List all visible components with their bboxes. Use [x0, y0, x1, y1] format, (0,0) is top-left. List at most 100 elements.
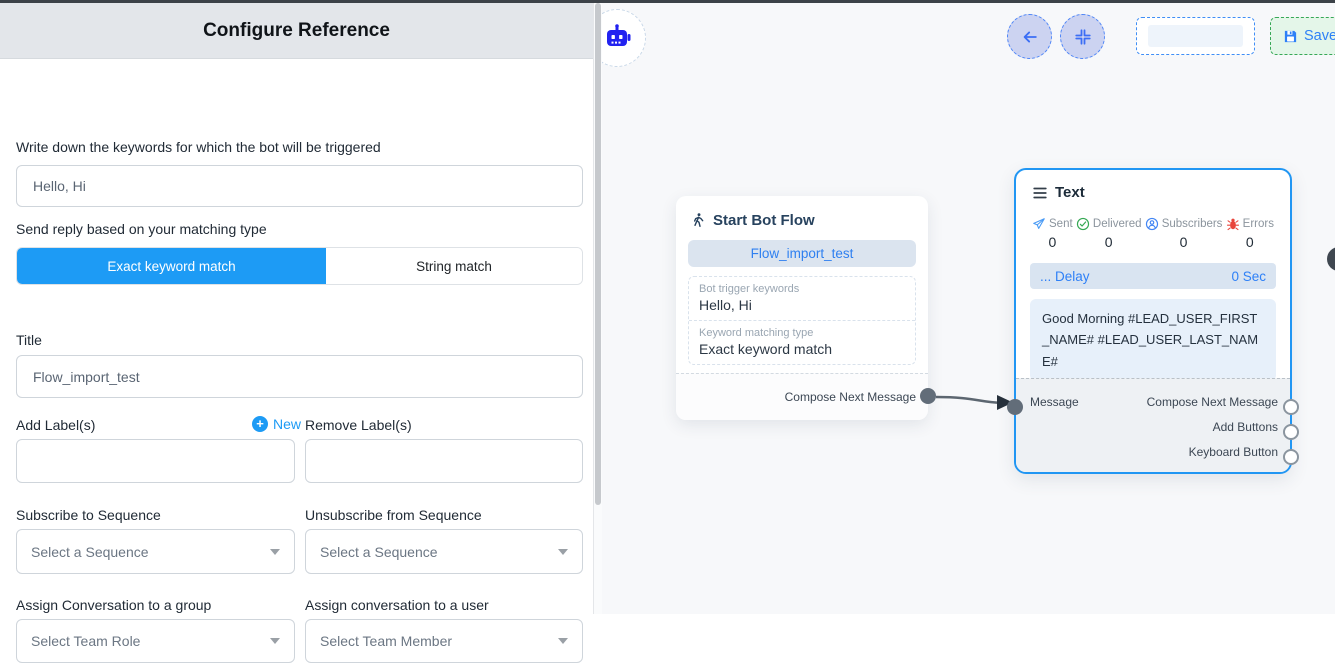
stat-subscribers-value: 0 — [1180, 234, 1188, 250]
stat-errors-value: 0 — [1246, 234, 1254, 250]
add-labels-label: Add Label(s) — [16, 417, 95, 433]
start-node-title: Start Bot Flow — [713, 212, 815, 229]
remove-labels-label: Remove Label(s) — [305, 417, 412, 433]
title-label: Title — [16, 332, 42, 348]
flow-canvas[interactable]: Save Start Bot Flow Flow_import_test Bot… — [602, 3, 1335, 614]
tab-exact-keyword-match[interactable]: Exact keyword match — [17, 248, 326, 284]
chevron-down-icon — [270, 549, 280, 555]
menu-icon[interactable] — [1032, 186, 1048, 200]
trigger-keywords-row[interactable]: Bot trigger keywords Hello, Hi — [689, 277, 915, 320]
arrow-left-icon — [1020, 27, 1040, 47]
stat-sent-value: 0 — [1048, 234, 1056, 250]
add-labels-input[interactable] — [16, 439, 295, 483]
start-node-config: Bot trigger keywords Hello, Hi Keyword m… — [688, 276, 916, 365]
matching-type-row[interactable]: Keyword matching type Exact keyword matc… — [689, 320, 915, 364]
toolbar-button-placeholder — [1148, 25, 1243, 47]
panel-header: Configure Reference — [0, 3, 593, 59]
out-port-keyboard-dot[interactable] — [1283, 449, 1299, 465]
assign-user-select[interactable]: Select Team Member — [305, 619, 583, 663]
delay-value: 0 Sec — [1231, 269, 1266, 284]
start-node-footer: Compose Next Message — [676, 373, 928, 420]
matching-type-row-label: Keyword matching type — [699, 327, 905, 339]
compress-icon — [1074, 28, 1092, 46]
subscribe-sequence-select[interactable]: Select a Sequence — [16, 529, 295, 574]
title-input[interactable] — [16, 355, 583, 398]
panel-scrollbar-track[interactable] — [594, 3, 602, 614]
chevron-down-icon — [270, 638, 280, 644]
text-node-footer: Message Compose Next Message Add Buttons… — [1016, 378, 1290, 472]
bot-avatar[interactable] — [602, 9, 646, 67]
text-in-port-dot[interactable] — [1007, 399, 1023, 415]
stat-subscribers: Subscribers 0 — [1145, 217, 1223, 250]
walking-person-icon — [690, 211, 706, 229]
stat-sent: Sent 0 — [1032, 217, 1073, 250]
assign-user-label: Assign conversation to a user — [305, 597, 489, 613]
message-content[interactable]: Good Morning #LEAD_USER_FIRST_NAME# #LEA… — [1030, 299, 1276, 381]
remove-labels-input[interactable] — [305, 439, 583, 483]
text-node-header: Text — [1016, 170, 1290, 207]
page-title: Configure Reference — [203, 20, 390, 42]
save-button[interactable]: Save — [1270, 17, 1335, 55]
panel-scrollbar-thumb[interactable] — [595, 3, 601, 505]
out-port-compose-dot[interactable] — [1283, 399, 1299, 415]
text-message-node[interactable]: Text Sent 0 Delivered 0 — [1014, 168, 1292, 474]
save-label: Save — [1304, 28, 1335, 44]
matching-type-label: Send reply based on your matching type — [16, 221, 267, 237]
subscribe-sequence-label: Subscribe to Sequence — [16, 507, 161, 523]
delay-label: ... Delay — [1040, 269, 1090, 284]
matching-type-row-value: Exact keyword match — [699, 341, 905, 357]
configure-reference-panel: Configure Reference Write down the keywo… — [0, 3, 594, 614]
out-port-keyboard-label: Keyboard Button — [1189, 445, 1278, 459]
subscribers-icon — [1145, 217, 1159, 231]
matching-type-tabs: Exact keyword match String match — [16, 247, 583, 285]
new-label-button[interactable]: + New — [252, 416, 301, 432]
back-button[interactable] — [1007, 14, 1052, 59]
stat-sent-label: Sent — [1049, 218, 1073, 230]
assign-group-value: Select Team Role — [31, 633, 140, 649]
new-label-text: New — [273, 416, 301, 432]
unsubscribe-sequence-label: Unsubscribe from Sequence — [305, 507, 482, 523]
delay-setting[interactable]: ... Delay 0 Sec — [1030, 263, 1276, 289]
out-port-add-buttons-dot[interactable] — [1283, 424, 1299, 440]
assign-group-label: Assign Conversation to a group — [16, 597, 211, 613]
port-row-keyboard-button: Keyboard Button — [1030, 439, 1278, 464]
unsubscribe-sequence-select[interactable]: Select a Sequence — [305, 529, 583, 574]
keywords-input[interactable] — [16, 165, 583, 207]
start-bot-flow-node[interactable]: Start Bot Flow Flow_import_test Bot trig… — [676, 196, 928, 420]
stat-errors: Errors 0 — [1226, 217, 1274, 250]
start-node-header: Start Bot Flow — [676, 196, 928, 239]
in-port-label: Message — [1030, 395, 1079, 409]
assign-user-value: Select Team Member — [320, 633, 452, 649]
stat-delivered-label: Delivered — [1093, 218, 1142, 230]
start-out-port-label: Compose Next Message — [785, 390, 916, 404]
out-port-compose-label: Compose Next Message — [1147, 395, 1278, 409]
stats-row: Sent 0 Delivered 0 Subscribers — [1016, 207, 1290, 250]
trigger-keywords-label: Bot trigger keywords — [699, 283, 905, 295]
chevron-down-icon — [558, 549, 568, 555]
stat-subscribers-label: Subscribers — [1162, 218, 1223, 230]
unsubscribe-sequence-value: Select a Sequence — [320, 544, 438, 560]
keywords-label: Write down the keywords for which the bo… — [16, 139, 381, 155]
chevron-down-icon — [558, 638, 568, 644]
port-row-add-buttons: Add Buttons — [1030, 414, 1278, 439]
subscribe-sequence-value: Select a Sequence — [31, 544, 149, 560]
robot-icon — [602, 23, 632, 53]
stat-delivered: Delivered 0 — [1076, 217, 1142, 250]
compress-view-button[interactable] — [1060, 14, 1105, 59]
assign-group-select[interactable]: Select Team Role — [16, 619, 295, 663]
trigger-keywords-value: Hello, Hi — [699, 297, 905, 313]
stat-delivered-value: 0 — [1105, 234, 1113, 250]
secondary-toolbar-button[interactable] — [1136, 17, 1255, 55]
tab-string-match[interactable]: String match — [326, 248, 582, 284]
start-out-port-dot[interactable] — [920, 388, 936, 404]
text-node-title: Text — [1055, 184, 1085, 201]
port-row-message: Message Compose Next Message — [1030, 389, 1278, 414]
delivered-icon — [1076, 217, 1090, 231]
sent-icon — [1032, 217, 1046, 231]
window-top-bar — [0, 0, 1335, 3]
plus-icon: + — [252, 416, 268, 432]
errors-icon — [1226, 217, 1240, 231]
flow-name-pill[interactable]: Flow_import_test — [688, 240, 916, 267]
save-icon — [1283, 29, 1298, 44]
offscreen-connector-dot[interactable] — [1327, 247, 1335, 271]
